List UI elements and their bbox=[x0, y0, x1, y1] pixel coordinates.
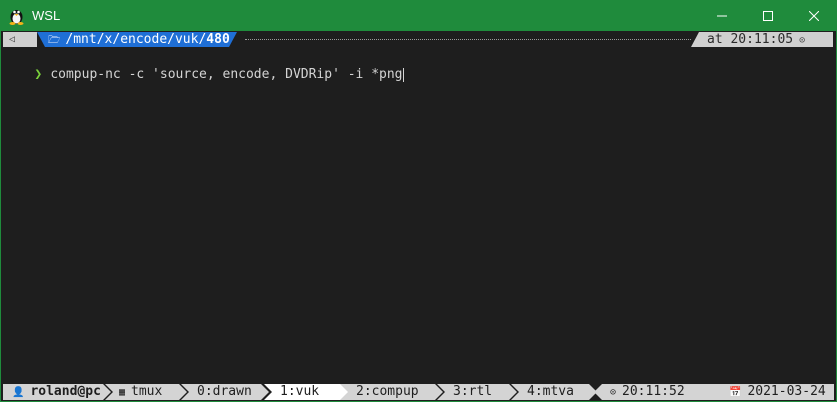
session-name: tmux bbox=[131, 384, 163, 399]
separator-line bbox=[245, 39, 691, 40]
user-segment: 👤 roland@pc bbox=[3, 384, 111, 400]
prompt-time-segment: at 20:11:05 ⊙ bbox=[691, 32, 833, 47]
clock-icon: ⊙ bbox=[610, 387, 617, 398]
tmux-window-label: 0:drawn bbox=[197, 384, 252, 399]
tux-penguin-icon bbox=[9, 10, 24, 25]
tmux-window-tab[interactable]: 4:mtva bbox=[511, 384, 597, 400]
session-segment: ▦ tmux bbox=[105, 384, 187, 400]
window-title: WSL bbox=[32, 8, 61, 23]
path-current-dir: 480 bbox=[206, 32, 230, 47]
command-line[interactable]: ❯ compup-nc -c 'source, encode, DVDRip' -… bbox=[1, 48, 404, 82]
tmux-window-label: 1:vuk bbox=[280, 384, 320, 399]
tmux-window-label: 3:rtl bbox=[453, 384, 493, 399]
current-path-segment: 🗁 /mnt/x/encode/vuk/480 bbox=[37, 32, 237, 47]
minimize-icon bbox=[717, 15, 727, 16]
tmux-window-tab[interactable]: 2:compup bbox=[340, 384, 443, 400]
tmux-window-tab-active[interactable]: 1:vuk bbox=[264, 384, 352, 400]
session-icon: ▦ bbox=[119, 387, 126, 398]
close-button[interactable] bbox=[791, 0, 837, 31]
tmux-status-bar: 👤 roland@pc ▦ tmux 0:drawn 1:vuk 2:compup … bbox=[1, 383, 836, 401]
tmux-window-label: 2:compup bbox=[356, 384, 419, 399]
status-date: 2021-03-24 bbox=[747, 384, 826, 399]
text-cursor bbox=[402, 67, 404, 82]
tmux-window-tab[interactable]: 3:rtl bbox=[437, 384, 517, 400]
status-date-segment: 📅 2021-03-24 bbox=[709, 384, 834, 400]
close-icon bbox=[809, 10, 819, 21]
tmux-window-tab[interactable]: 0:drawn bbox=[181, 384, 269, 400]
maximize-icon bbox=[763, 10, 773, 21]
maximize-button[interactable] bbox=[745, 0, 791, 31]
path-prefix: /mnt/x/encode/vuk/ bbox=[65, 32, 207, 47]
back-icon: ◁ bbox=[9, 34, 16, 45]
back-segment: ◁ bbox=[3, 32, 37, 47]
command-text[interactable]: compup-nc -c 'source, encode, DVDRip' -i… bbox=[50, 67, 402, 82]
status-time-segment: ⊙ 20:11:52 bbox=[594, 384, 722, 400]
status-time: 20:11:52 bbox=[622, 384, 685, 399]
calendar-icon: 📅 bbox=[729, 387, 742, 398]
minimize-button[interactable] bbox=[699, 0, 745, 31]
folder-icon: 🗁 bbox=[48, 35, 61, 46]
prompt-time: at 20:11:05 bbox=[707, 32, 794, 47]
clock-icon: ⊙ bbox=[799, 35, 806, 46]
prompt-info-bar: ◁ 🗁 /mnt/x/encode/vuk/480 at 20:11:05 ⊙ bbox=[1, 32, 836, 47]
window-titlebar[interactable]: WSL bbox=[0, 0, 837, 31]
tmux-window-label: 4:mtva bbox=[527, 384, 574, 399]
prompt-arrow-icon: ❯ bbox=[34, 67, 43, 82]
user-icon: 👤 bbox=[12, 387, 25, 398]
user-host: roland@pc bbox=[30, 384, 101, 399]
terminal-pane[interactable]: ◁ 🗁 /mnt/x/encode/vuk/480 at 20:11:05 ⊙ ❯ c… bbox=[1, 31, 836, 401]
